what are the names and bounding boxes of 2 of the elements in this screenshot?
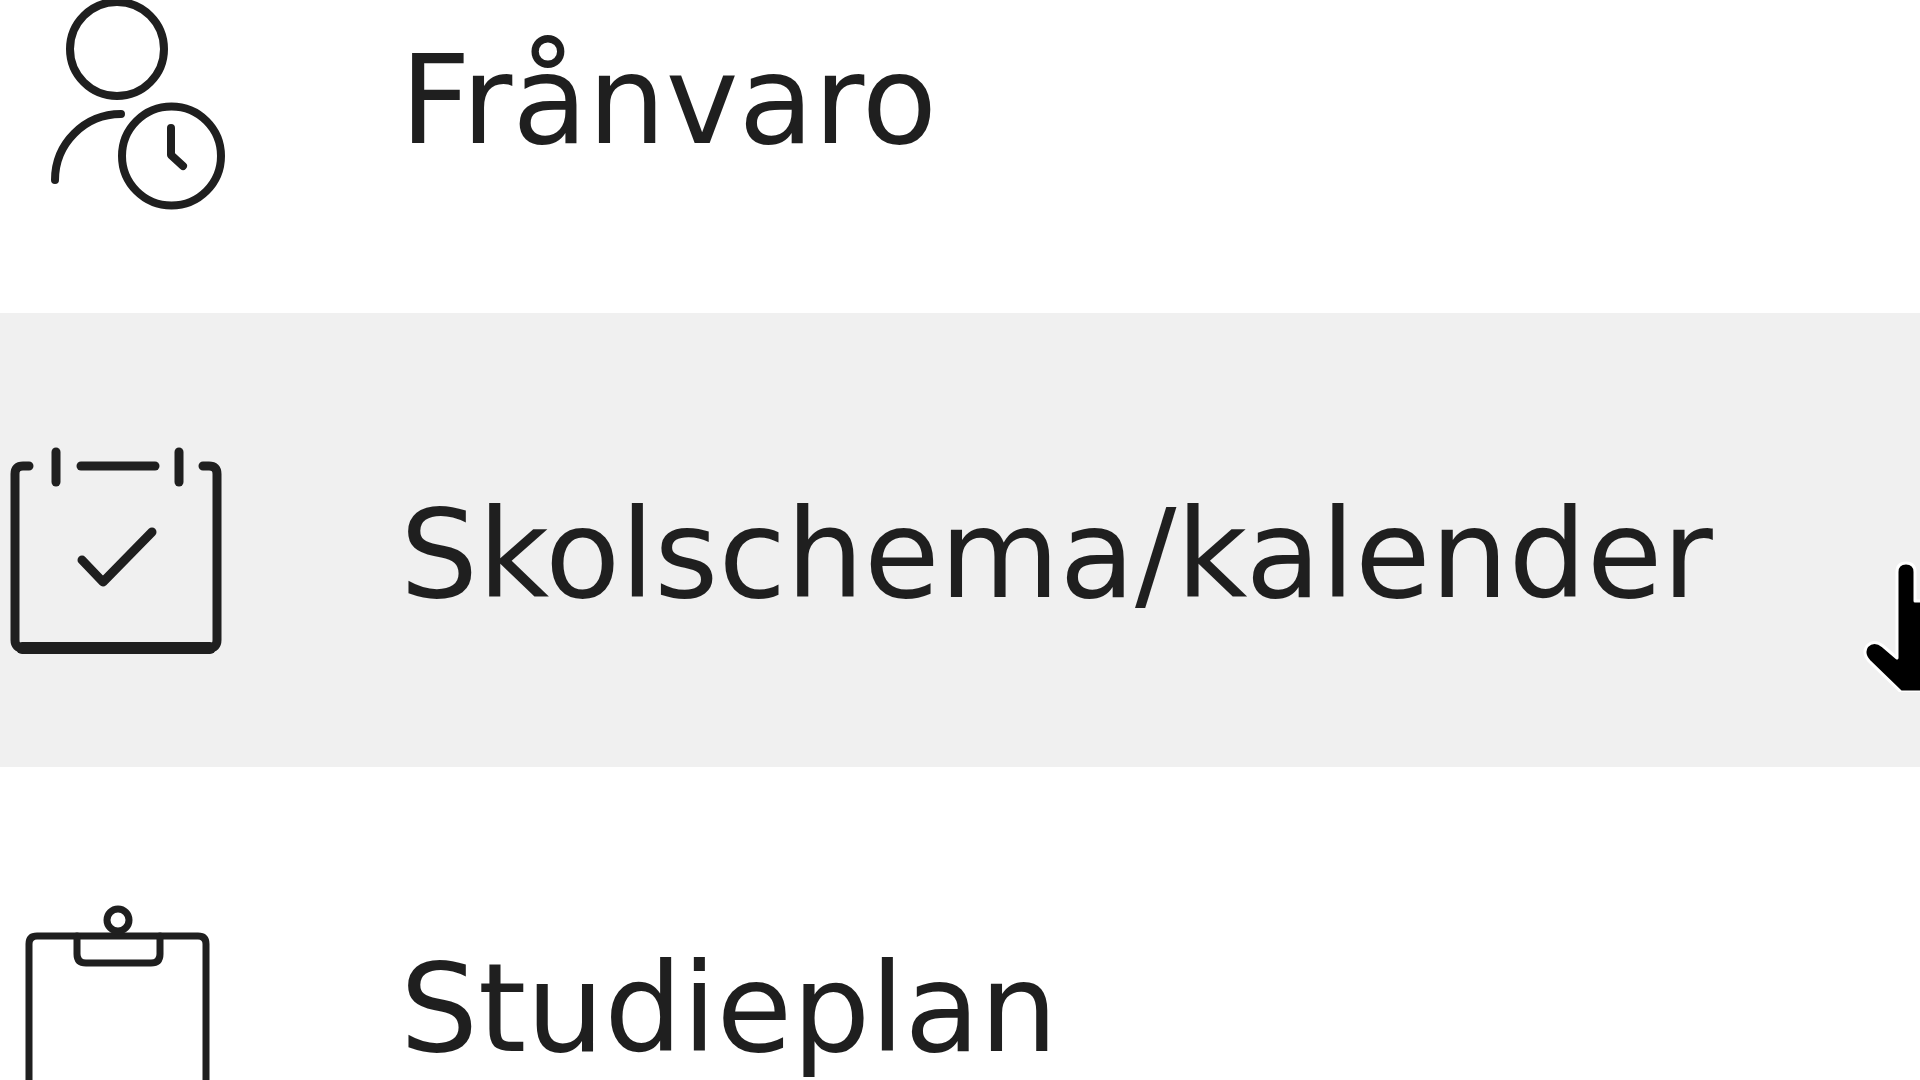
hand-cursor-icon bbox=[1861, 561, 1920, 692]
menu-item[interactable]: Skolschema/kalender bbox=[0, 313, 1920, 767]
